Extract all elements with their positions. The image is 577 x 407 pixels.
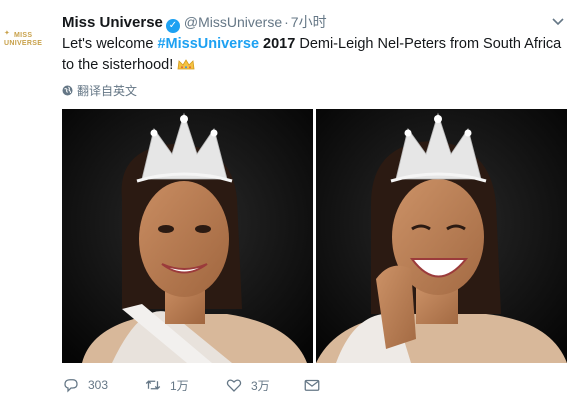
direct-message-button[interactable] — [303, 375, 329, 395]
avatar-line-2: UNIVERSE — [4, 40, 43, 47]
avatar[interactable]: ✦ MISS UNIVERSE — [4, 30, 52, 52]
verified-badge-icon: ✓ — [165, 19, 180, 33]
crown-emoji-icon — [177, 56, 195, 70]
reply-count: 303 — [88, 378, 109, 392]
photo-2[interactable] — [316, 109, 567, 363]
like-count: 3万 — [251, 378, 270, 393]
tweet-text: Let's welcome #MissUniverse 2017 Demi-Le… — [62, 34, 567, 76]
tweet-text-year: 2017 — [259, 36, 296, 52]
retweet-count: 1万 — [170, 378, 189, 393]
translate-link[interactable]: 翻译自英文 — [62, 82, 137, 99]
hashtag-link[interactable]: #MissUniverse — [157, 36, 259, 52]
author-name[interactable]: Miss Universe — [62, 14, 163, 31]
retweet-button[interactable]: 1万 — [144, 375, 189, 395]
separator: · — [284, 14, 289, 30]
avatar-line-1: MISS — [14, 32, 33, 39]
author-handle[interactable]: @MissUniverse — [184, 14, 282, 30]
tweet[interactable]: ✦ MISS UNIVERSE Miss Universe ✓ @MissUnive… — [0, 0, 577, 407]
photo-1[interactable] — [62, 109, 313, 363]
timestamp[interactable]: 7小时 — [291, 14, 327, 30]
tweet-actions: 303 1万 3万 — [62, 375, 562, 395]
star-icon: ✦ — [4, 30, 11, 37]
heart-icon — [226, 379, 242, 392]
envelope-icon — [304, 379, 320, 391]
reply-icon — [64, 379, 78, 393]
tweet-text-part: Let's welcome — [62, 36, 158, 52]
translate-label: 翻译自英文 — [77, 84, 138, 98]
reply-button[interactable]: 303 — [62, 375, 108, 395]
like-button[interactable]: 3万 — [225, 375, 270, 395]
media-grid — [62, 109, 567, 363]
tweet-header: Miss Universe ✓ @MissUniverse · 7小时 — [62, 12, 327, 33]
retweet-icon — [145, 380, 161, 390]
chevron-down-icon[interactable] — [552, 14, 564, 29]
globe-icon — [62, 85, 73, 96]
